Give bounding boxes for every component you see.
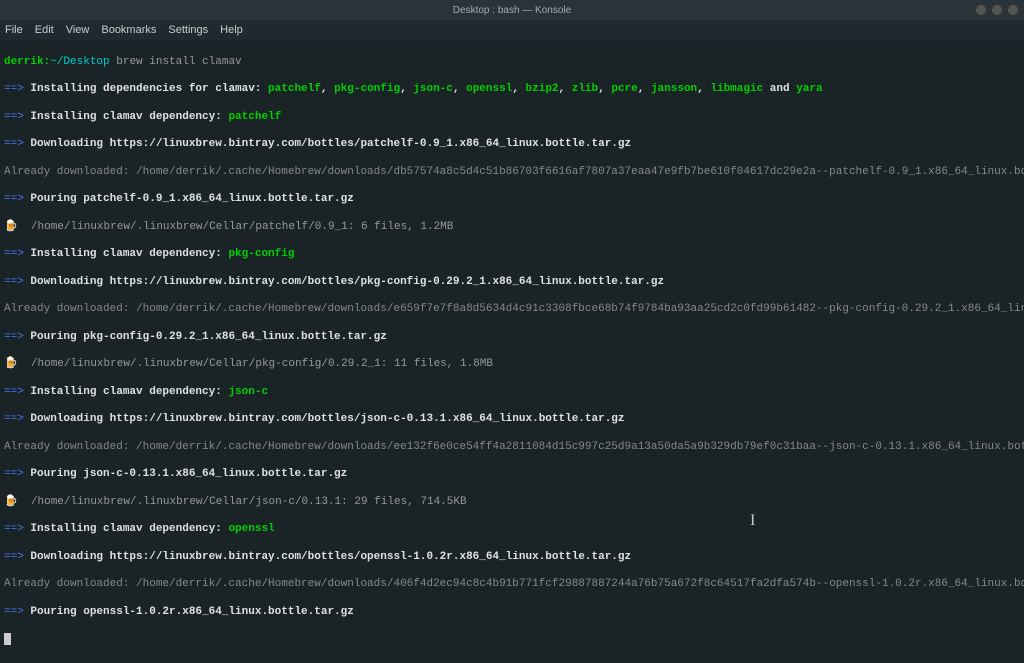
- output-line: ==> Pouring pkg-config-0.29.2_1.x86_64_l…: [4, 331, 1020, 345]
- menu-file[interactable]: File: [5, 24, 23, 36]
- dep: pcre: [611, 83, 637, 95]
- output-line: ==> Installing clamav dependency: patche…: [4, 111, 1020, 125]
- dep: jansson: [651, 83, 697, 95]
- output-line: Already downloaded: /home/derrik/.cache/…: [4, 166, 1020, 180]
- output-line: 🍺 /home/linuxbrew/.linuxbrew/Cellar/pkg-…: [4, 358, 1020, 372]
- output-line: ==> Pouring json-c-0.13.1.x86_64_linux.b…: [4, 468, 1020, 482]
- arrow-icon: ==>: [4, 193, 30, 205]
- window-titlebar: Desktop : bash — Konsole: [0, 0, 1024, 20]
- arrow-icon: ==>: [4, 248, 30, 260]
- output-line: 🍺 /home/linuxbrew/.linuxbrew/Cellar/patc…: [4, 221, 1020, 235]
- output-deps: ==> Installing dependencies for clamav: …: [4, 83, 1020, 97]
- beer-icon: 🍺: [4, 358, 31, 370]
- minimize-button[interactable]: [976, 5, 986, 15]
- maximize-button[interactable]: [992, 5, 1002, 15]
- output-line: ==> Installing clamav dependency: json-c: [4, 386, 1020, 400]
- arrow-icon: ==>: [4, 138, 30, 150]
- close-button[interactable]: [1008, 5, 1018, 15]
- beer-icon: 🍺: [4, 496, 31, 508]
- menu-settings[interactable]: Settings: [168, 24, 208, 36]
- output-line: ==> Downloading https://linuxbrew.bintra…: [4, 551, 1020, 565]
- prompt-path: ~/Desktop: [50, 56, 109, 68]
- output-line: ==> Pouring openssl-1.0.2r.x86_64_linux.…: [4, 606, 1020, 620]
- output-line: ==> Downloading https://linuxbrew.bintra…: [4, 138, 1020, 152]
- dep: libmagic: [710, 83, 763, 95]
- menu-edit[interactable]: Edit: [35, 24, 54, 36]
- output-line: 🍺 /home/linuxbrew/.linuxbrew/Cellar/json…: [4, 496, 1020, 510]
- dep: bzip2: [526, 83, 559, 95]
- arrow-icon: ==>: [4, 331, 30, 343]
- cursor-line: [4, 633, 1020, 648]
- output-line: ==> Installing clamav dependency: pkg-co…: [4, 248, 1020, 262]
- arrow-icon: ==>: [4, 523, 30, 535]
- output-line: ==> Installing clamav dependency: openss…: [4, 523, 1020, 537]
- terminal-cursor: [4, 633, 11, 645]
- dep: pkg-config: [334, 83, 400, 95]
- output-line: Already downloaded: /home/derrik/.cache/…: [4, 303, 1020, 317]
- dep: openssl: [466, 83, 512, 95]
- arrow-icon: ==>: [4, 111, 30, 123]
- arrow-icon: ==>: [4, 413, 30, 425]
- output-line: ==> Downloading https://linuxbrew.bintra…: [4, 276, 1020, 290]
- prompt-command: brew install clamav: [110, 56, 242, 68]
- menu-view[interactable]: View: [66, 24, 90, 36]
- dep: yara: [796, 83, 822, 95]
- terminal-output[interactable]: derrik:~/Desktop brew install clamav ==>…: [0, 40, 1024, 663]
- output-line: ==> Downloading https://linuxbrew.bintra…: [4, 413, 1020, 427]
- arrow-icon: ==>: [4, 386, 30, 398]
- menu-help[interactable]: Help: [220, 24, 243, 36]
- beer-icon: 🍺: [4, 221, 31, 233]
- arrow-icon: ==>: [4, 83, 30, 95]
- dep: zlib: [572, 83, 598, 95]
- prompt-line: derrik:~/Desktop brew install clamav: [4, 56, 1020, 70]
- window-controls: [976, 5, 1018, 15]
- dep: json-c: [413, 83, 453, 95]
- menu-bookmarks[interactable]: Bookmarks: [101, 24, 156, 36]
- text: Installing dependencies for clamav:: [30, 83, 268, 95]
- arrow-icon: ==>: [4, 468, 30, 480]
- menu-bar: File Edit View Bookmarks Settings Help: [0, 20, 1024, 40]
- text-cursor-icon: I: [750, 512, 755, 530]
- output-line: Already downloaded: /home/derrik/.cache/…: [4, 578, 1020, 592]
- output-line: Already downloaded: /home/derrik/.cache/…: [4, 441, 1020, 455]
- arrow-icon: ==>: [4, 606, 30, 618]
- output-line: ==> Pouring patchelf-0.9_1.x86_64_linux.…: [4, 193, 1020, 207]
- prompt-user: derrik:: [4, 56, 50, 68]
- dep: patchelf: [268, 83, 321, 95]
- arrow-icon: ==>: [4, 276, 30, 288]
- window-title: Desktop : bash — Konsole: [453, 5, 571, 16]
